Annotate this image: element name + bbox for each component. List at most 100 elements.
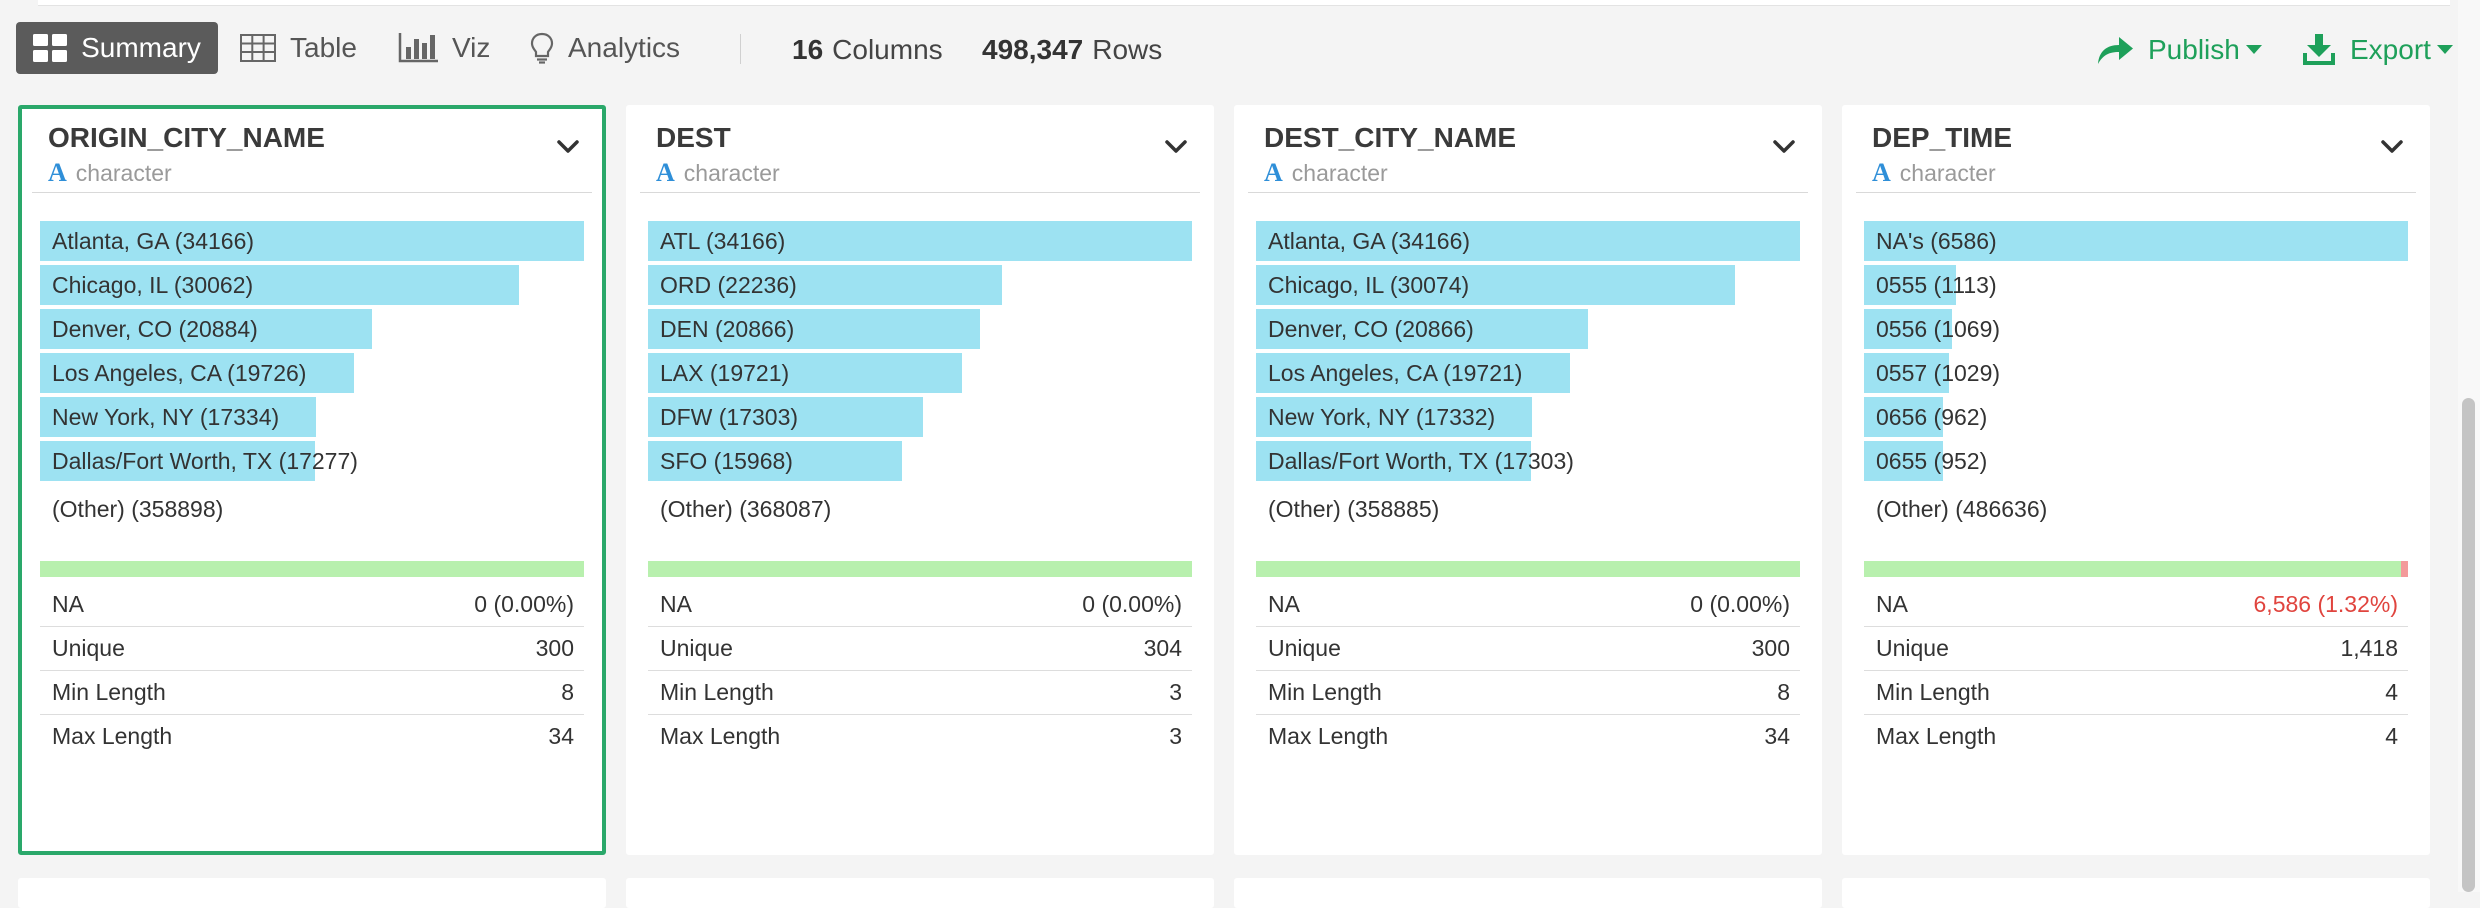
toolbar-divider bbox=[740, 34, 741, 64]
top-value-row[interactable]: Atlanta, GA (34166) bbox=[40, 221, 584, 261]
tab-viz[interactable]: Viz bbox=[398, 22, 490, 74]
chevron-down-icon[interactable] bbox=[556, 139, 580, 155]
stat-value: 34 bbox=[1764, 723, 1790, 749]
stat-label: NA bbox=[1876, 591, 1908, 617]
top-value-label: Dallas/Fort Worth, TX (17277) bbox=[52, 448, 358, 474]
stat-value: 6,586 (1.32%) bbox=[2253, 591, 2398, 617]
other-values: (Other) (358885) bbox=[1268, 496, 1440, 522]
top-value-row[interactable]: ATL (34166) bbox=[648, 221, 1192, 261]
tab-summary-label: Summary bbox=[81, 32, 201, 63]
top-value-row[interactable]: 0555 (1113) bbox=[1864, 265, 2408, 305]
top-values-list: NA's (6586) 0555 (1113) 0556 (1069) 0557 (1… bbox=[1864, 221, 2408, 485]
top-value-label: 0656 (962) bbox=[1876, 404, 1988, 430]
na-ratio-bar bbox=[40, 561, 584, 577]
top-value-row[interactable]: DFW (17303) bbox=[648, 397, 1192, 437]
column-type: A character bbox=[1872, 158, 1996, 188]
caret-down-icon bbox=[2436, 45, 2453, 54]
stat-min-length: Min Length 3 bbox=[648, 671, 1192, 715]
lightbulb-icon bbox=[530, 32, 554, 64]
header-divider bbox=[1856, 192, 2416, 193]
stat-label: Unique bbox=[660, 635, 733, 661]
character-type-icon: A bbox=[48, 158, 67, 187]
tab-analytics[interactable]: Analytics bbox=[530, 22, 680, 74]
column-card-partial[interactable] bbox=[18, 878, 606, 908]
stat-unique: Unique 300 bbox=[40, 627, 584, 671]
na-ratio-bar bbox=[1256, 561, 1800, 577]
stat-label: Min Length bbox=[660, 679, 774, 705]
tab-analytics-label: Analytics bbox=[568, 32, 681, 63]
top-value-row[interactable]: Los Angeles, CA (19726) bbox=[40, 353, 584, 393]
tab-table-label: Table bbox=[290, 32, 357, 63]
top-value-row[interactable]: SFO (15968) bbox=[648, 441, 1192, 481]
column-card-partial[interactable] bbox=[626, 878, 1214, 908]
table-icon bbox=[240, 34, 276, 62]
top-value-row[interactable]: Atlanta, GA (34166) bbox=[1256, 221, 1800, 261]
tab-table[interactable]: Table bbox=[240, 22, 357, 74]
top-value-row[interactable]: DEN (20866) bbox=[648, 309, 1192, 349]
top-value-row[interactable]: New York, NY (17334) bbox=[40, 397, 584, 437]
top-value-row[interactable]: Chicago, IL (30074) bbox=[1256, 265, 1800, 305]
stat-label: Max Length bbox=[1268, 723, 1389, 749]
other-values: (Other) (486636) bbox=[1876, 496, 2048, 522]
columns-count-value: 16 bbox=[792, 34, 824, 65]
other-values: (Other) (368087) bbox=[660, 496, 832, 522]
top-value-label: Chicago, IL (30062) bbox=[52, 272, 254, 298]
column-card-partial[interactable] bbox=[1234, 878, 1822, 908]
stat-value: 300 bbox=[1751, 635, 1790, 661]
column-card[interactable]: ORIGIN_CITY_NAME A character Atlanta, GA… bbox=[18, 105, 606, 855]
top-value-row[interactable]: ORD (22236) bbox=[648, 265, 1192, 305]
top-value-row[interactable]: 0656 (962) bbox=[1864, 397, 2408, 437]
character-type-icon: A bbox=[1264, 158, 1283, 187]
export-label: Export bbox=[2350, 34, 2431, 65]
top-value-row[interactable]: LAX (19721) bbox=[648, 353, 1192, 393]
top-value-row[interactable]: 0556 (1069) bbox=[1864, 309, 2408, 349]
column-card[interactable]: DEST A character ATL (34166) ORD (22236) D… bbox=[626, 105, 1214, 855]
other-values: (Other) (358898) bbox=[52, 496, 224, 522]
top-value-row[interactable]: Denver, CO (20884) bbox=[40, 309, 584, 349]
top-value-label: ATL (34166) bbox=[660, 228, 786, 254]
column-stats: NA 0 (0.00%) Unique 300 Min Length 8 Max… bbox=[1256, 583, 1800, 758]
rows-count: 498,347 Rows bbox=[982, 22, 1162, 78]
caret-down-icon bbox=[2245, 45, 2262, 54]
na-ratio-bar bbox=[1864, 561, 2408, 577]
top-value-row[interactable]: 0655 (952) bbox=[1864, 441, 2408, 481]
top-value-row[interactable]: Dallas/Fort Worth, TX (17277) bbox=[40, 441, 584, 481]
stat-min-length: Min Length 8 bbox=[1256, 671, 1800, 715]
export-button[interactable]: Export bbox=[2302, 22, 2467, 78]
top-value-row[interactable]: Los Angeles, CA (19721) bbox=[1256, 353, 1800, 393]
scrollbar-thumb[interactable] bbox=[2462, 398, 2475, 892]
character-type-icon: A bbox=[1872, 158, 1891, 187]
column-type: A character bbox=[1264, 158, 1388, 188]
tab-viz-label: Viz bbox=[452, 32, 491, 63]
chevron-down-icon[interactable] bbox=[1164, 139, 1188, 155]
stat-value: 1,418 bbox=[2340, 635, 2398, 661]
stat-label: Min Length bbox=[1876, 679, 1990, 705]
column-type-label: character bbox=[75, 159, 172, 186]
top-value-label: Atlanta, GA (34166) bbox=[1268, 228, 1471, 254]
top-value-row[interactable]: New York, NY (17332) bbox=[1256, 397, 1800, 437]
stat-min-length: Min Length 4 bbox=[1864, 671, 2408, 715]
header-divider bbox=[1248, 192, 1808, 193]
top-value-row[interactable]: Denver, CO (20866) bbox=[1256, 309, 1800, 349]
tab-summary[interactable]: Summary bbox=[16, 22, 218, 74]
column-card[interactable]: DEP_TIME A character NA's (6586) 0555 (11… bbox=[1842, 105, 2430, 855]
top-value-label: New York, NY (17332) bbox=[1268, 404, 1496, 430]
top-value-row[interactable]: Chicago, IL (30062) bbox=[40, 265, 584, 305]
chevron-down-icon[interactable] bbox=[1772, 139, 1796, 155]
publish-button[interactable]: Publish bbox=[2096, 22, 2276, 78]
top-value-label: Los Angeles, CA (19721) bbox=[1268, 360, 1523, 386]
chevron-down-icon[interactable] bbox=[2380, 139, 2404, 155]
column-card[interactable]: DEST_CITY_NAME A character Atlanta, GA (… bbox=[1234, 105, 1822, 855]
column-card-partial[interactable] bbox=[1842, 878, 2430, 908]
top-value-row[interactable]: 0557 (1029) bbox=[1864, 353, 2408, 393]
stat-value: 8 bbox=[1777, 679, 1790, 705]
stat-value: 0 (0.00%) bbox=[474, 591, 574, 617]
top-values-list: ATL (34166) ORD (22236) DEN (20866) LAX (19… bbox=[648, 221, 1192, 485]
top-value-row[interactable]: Dallas/Fort Worth, TX (17303) bbox=[1256, 441, 1800, 481]
column-type: A character bbox=[656, 158, 780, 188]
column-type: A character bbox=[48, 158, 172, 188]
top-value-label: 0556 (1069) bbox=[1876, 316, 2001, 342]
top-value-row[interactable]: NA's (6586) bbox=[1864, 221, 2408, 261]
bar-chart-icon bbox=[398, 33, 438, 63]
stat-unique: Unique 1,418 bbox=[1864, 627, 2408, 671]
